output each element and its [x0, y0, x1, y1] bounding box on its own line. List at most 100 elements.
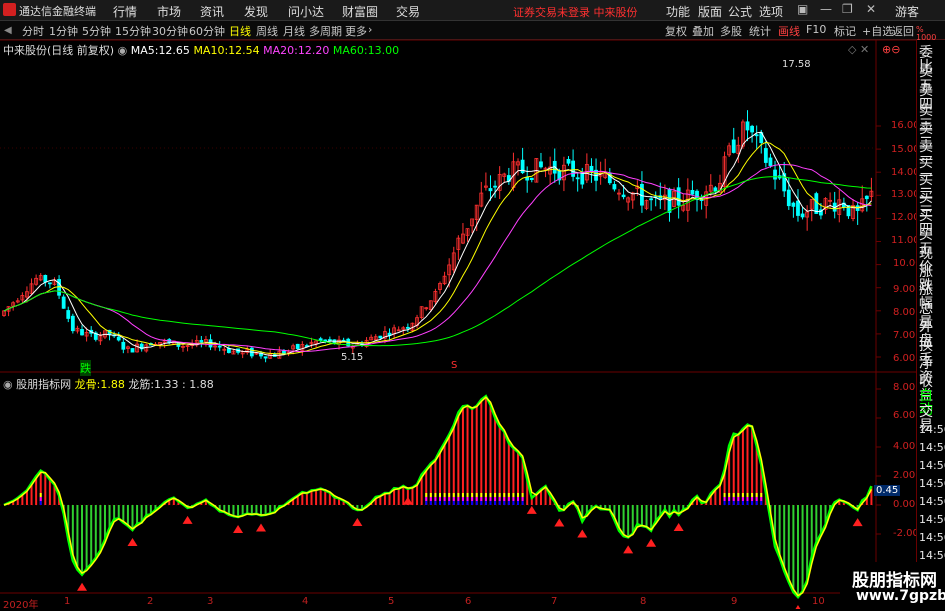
candle-body — [323, 339, 328, 342]
band-yellow — [457, 493, 460, 497]
band-yellow — [723, 493, 726, 497]
x-tick: 2 — [147, 596, 154, 607]
ma10-value: 12.54 — [228, 44, 260, 57]
band-magenta — [439, 497, 441, 501]
settings-circle-icon[interactable]: ◉ — [118, 44, 128, 57]
settings-circle-icon[interactable]: ◉ — [3, 378, 13, 391]
ma5-label: MA5: — [130, 44, 159, 57]
buy-triangle-marker — [577, 529, 588, 538]
y-tick: 7.00 — [893, 330, 916, 341]
band-yellow — [443, 493, 446, 497]
band-blue — [429, 501, 432, 505]
band-yellow — [517, 493, 520, 497]
band-blue — [443, 501, 446, 505]
candle-body — [327, 339, 332, 341]
candle-body — [773, 169, 777, 180]
candle-body — [649, 198, 654, 201]
candle-body — [116, 336, 121, 341]
band-blue — [425, 501, 428, 505]
band-blue — [760, 501, 763, 505]
candle-body — [690, 189, 695, 195]
longgu-line — [3, 396, 873, 597]
buy-triangle-marker — [623, 545, 634, 554]
sub-chart-legend: ◉ 股朋指标网 龙骨:1.88 龙筋:1.33 : 1.88 — [3, 376, 214, 392]
band-blue — [498, 501, 501, 505]
candle-body — [263, 356, 268, 359]
band-magenta — [425, 497, 428, 501]
band-yellow — [737, 493, 740, 497]
candle-body — [754, 134, 759, 137]
band-magenta — [494, 497, 497, 501]
candle-body — [66, 310, 71, 319]
band-magenta — [484, 497, 487, 501]
band-yellow — [461, 493, 464, 497]
band-blue — [737, 501, 740, 505]
band-yellow — [480, 493, 483, 497]
band-blue — [484, 501, 487, 505]
y-tick: 8.00 — [893, 307, 916, 318]
side-panel-item: 14:56 — [919, 549, 945, 562]
side-panel-item: 14:56 — [919, 531, 945, 544]
ma20-value: 12.20 — [297, 44, 330, 57]
ma20-label: MA20: — [263, 44, 298, 57]
candle-body — [405, 326, 410, 329]
band-blue — [439, 501, 441, 505]
candle-body — [61, 296, 66, 309]
band-blue — [723, 501, 726, 505]
candle-body — [378, 335, 383, 339]
band-blue — [732, 501, 735, 505]
band-blue — [503, 501, 506, 505]
candle-body — [295, 343, 300, 349]
kline-chart[interactable] — [0, 0, 945, 609]
band-magenta — [741, 497, 744, 501]
candle-body — [864, 195, 869, 200]
candle-body — [70, 315, 75, 332]
band-magenta — [489, 497, 492, 501]
x-tick: 6 — [465, 596, 472, 607]
chart-options-icon[interactable]: ◇ ✕ — [848, 43, 869, 56]
side-panel-item: 14:56 — [919, 477, 945, 490]
band-magenta — [732, 497, 735, 501]
band-magenta — [466, 497, 469, 501]
longjin-line — [3, 394, 873, 600]
x-tick: 5 — [388, 596, 395, 607]
band-yellow — [741, 493, 744, 497]
ma5-line — [3, 131, 872, 357]
band-yellow — [466, 493, 469, 497]
band-magenta — [475, 497, 478, 501]
buy-triangle-marker — [852, 518, 863, 527]
buy-triangle-marker — [77, 582, 88, 591]
band-blue — [741, 501, 744, 505]
high-price-label: 17.58 — [782, 59, 811, 70]
candle-body — [47, 282, 52, 285]
candle-body — [529, 177, 534, 181]
side-panel-item: 14:56 — [919, 423, 945, 436]
indicator-name: 股朋指标网 — [16, 378, 72, 391]
candle-body — [130, 348, 135, 353]
buy-triangle-marker — [646, 538, 657, 547]
band-yellow — [489, 493, 492, 497]
signal-down-mark: 跌 — [80, 360, 91, 376]
band-yellow — [503, 493, 506, 497]
band-magenta — [452, 497, 455, 501]
band-blue — [494, 501, 497, 505]
band-yellow — [425, 493, 428, 497]
x-tick: 1 — [64, 596, 71, 607]
ma20-line — [3, 163, 872, 353]
candle-body — [318, 338, 323, 341]
band-magenta — [728, 497, 731, 501]
candle-body — [713, 187, 718, 192]
band-magenta — [503, 497, 506, 501]
band-magenta — [448, 497, 451, 501]
candle-body — [226, 348, 231, 353]
zoom-icons[interactable]: ⊕⊖ — [882, 43, 900, 56]
band-magenta — [751, 497, 754, 501]
x-tick: 8 — [640, 596, 647, 607]
band-blue — [512, 501, 515, 505]
band-yellow — [728, 493, 731, 497]
band-blue — [466, 501, 469, 505]
x-tick: 10 — [812, 596, 825, 607]
band-magenta — [737, 497, 740, 501]
band-magenta — [760, 497, 763, 501]
band-yellow — [452, 493, 455, 497]
